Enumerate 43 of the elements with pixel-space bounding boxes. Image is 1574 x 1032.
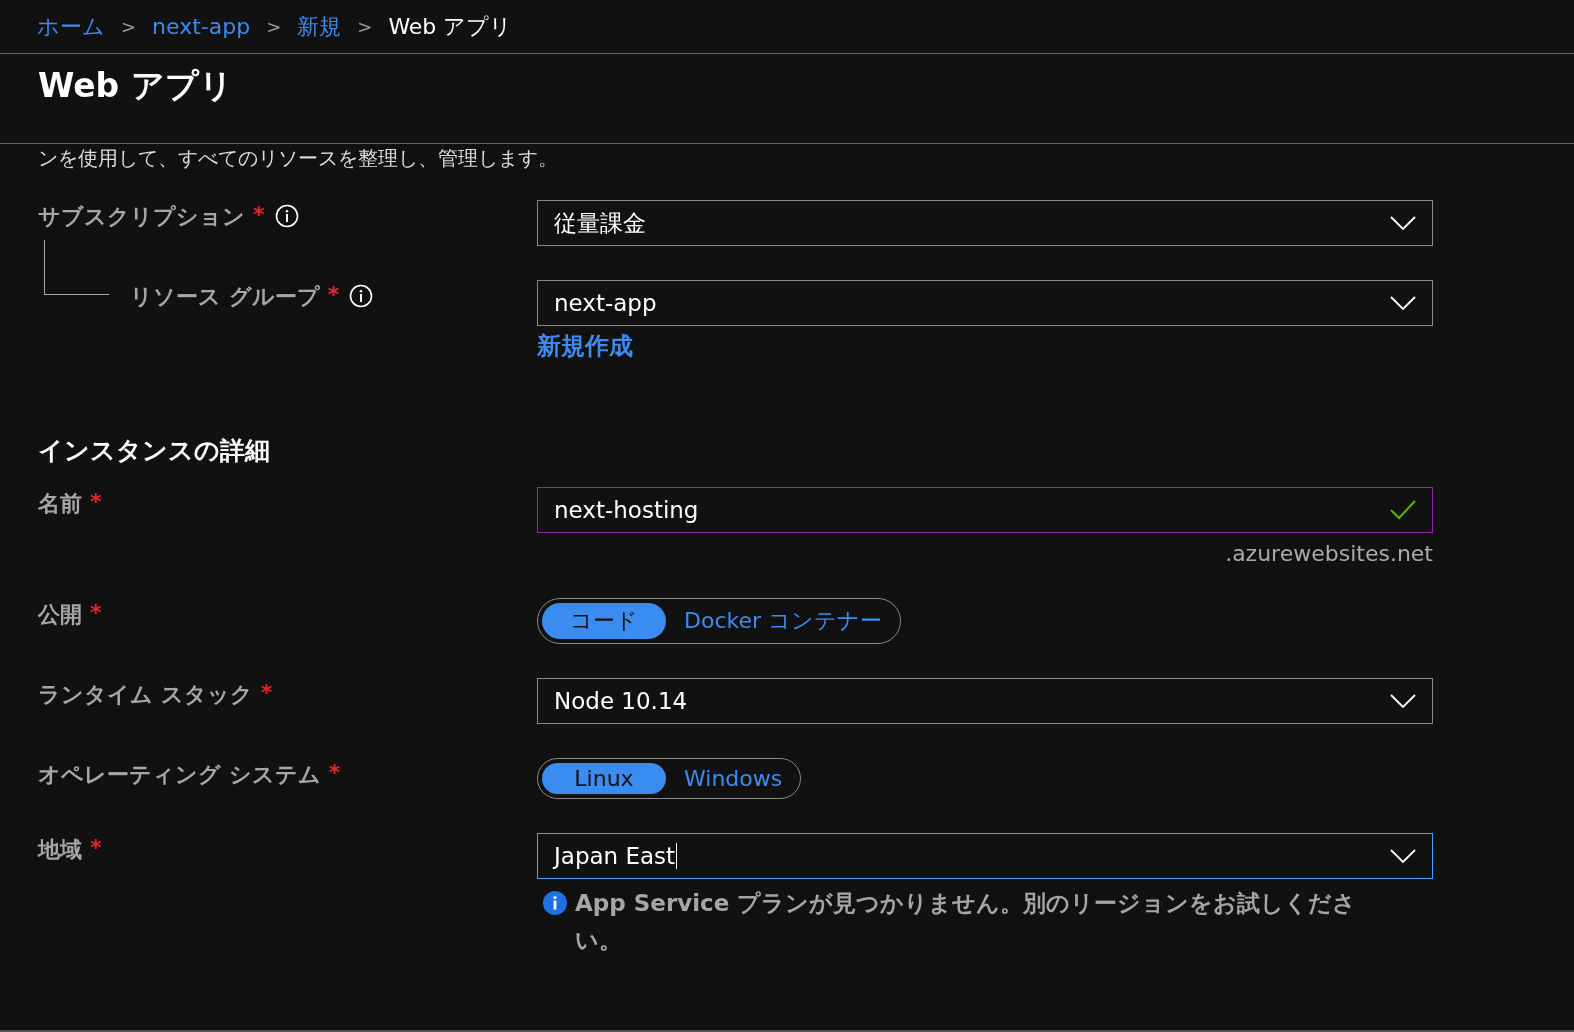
field-label: サブスクリプション xyxy=(38,203,245,231)
dropdown[interactable]: 従量課金 xyxy=(537,200,1433,246)
chevron-down-icon xyxy=(1390,216,1416,230)
field-label: リソース グループ xyxy=(130,283,320,311)
dropdown[interactable]: next-app xyxy=(537,280,1433,326)
page-title: Web アプリ xyxy=(38,65,234,107)
toggle-option[interactable]: Linux xyxy=(542,763,666,794)
create-new-link[interactable]: 新規作成 xyxy=(537,330,633,362)
breadcrumb-link[interactable]: Web アプリ xyxy=(388,11,513,42)
breadcrumb-separator: > xyxy=(357,16,373,37)
dropdown[interactable]: Japan East xyxy=(537,833,1433,879)
info-icon xyxy=(543,891,567,915)
required-mark: * xyxy=(90,600,102,625)
toggle-option[interactable]: Windows xyxy=(670,763,797,794)
field-label: ランタイム スタック xyxy=(38,681,253,709)
section-title: インスタンスの詳細 xyxy=(38,435,271,467)
field-label: 地域 xyxy=(38,836,82,864)
chevron-down-icon xyxy=(1390,296,1416,310)
required-mark: * xyxy=(260,680,273,705)
field-label: 名前 xyxy=(38,490,82,518)
toggle-option[interactable]: コード xyxy=(542,603,666,639)
breadcrumb-link[interactable]: ホーム xyxy=(37,11,105,42)
dropdown[interactable]: Node 10.14 xyxy=(537,678,1433,724)
info-icon[interactable] xyxy=(349,284,374,308)
info-icon[interactable] xyxy=(274,204,299,228)
required-mark: * xyxy=(328,760,341,785)
required-mark: * xyxy=(253,202,265,227)
field-label: オペレーティング システム xyxy=(38,761,321,789)
toggle-option[interactable]: Docker コンテナー xyxy=(670,603,897,639)
info-message: App Service プランが見つかりません。別のリージョンをお試しください。 xyxy=(575,889,1358,955)
breadcrumb-link[interactable]: next-app xyxy=(152,14,251,39)
field-label: 公開 xyxy=(38,601,82,629)
required-mark: * xyxy=(327,282,340,307)
description-text: ンを使用して、すべてのリソースを整理し、管理します。 xyxy=(38,148,559,168)
domain-suffix: .azurewebsites.net xyxy=(1225,541,1433,566)
breadcrumb-separator: > xyxy=(266,16,282,37)
breadcrumb-link[interactable]: 新規 xyxy=(297,11,342,42)
required-mark: * xyxy=(90,835,102,860)
required-mark: * xyxy=(90,489,102,514)
chevron-down-icon xyxy=(1390,694,1416,708)
chevron-down-icon xyxy=(1390,849,1416,863)
text-input[interactable]: next-hosting xyxy=(537,487,1433,533)
breadcrumb-separator: > xyxy=(121,16,137,37)
